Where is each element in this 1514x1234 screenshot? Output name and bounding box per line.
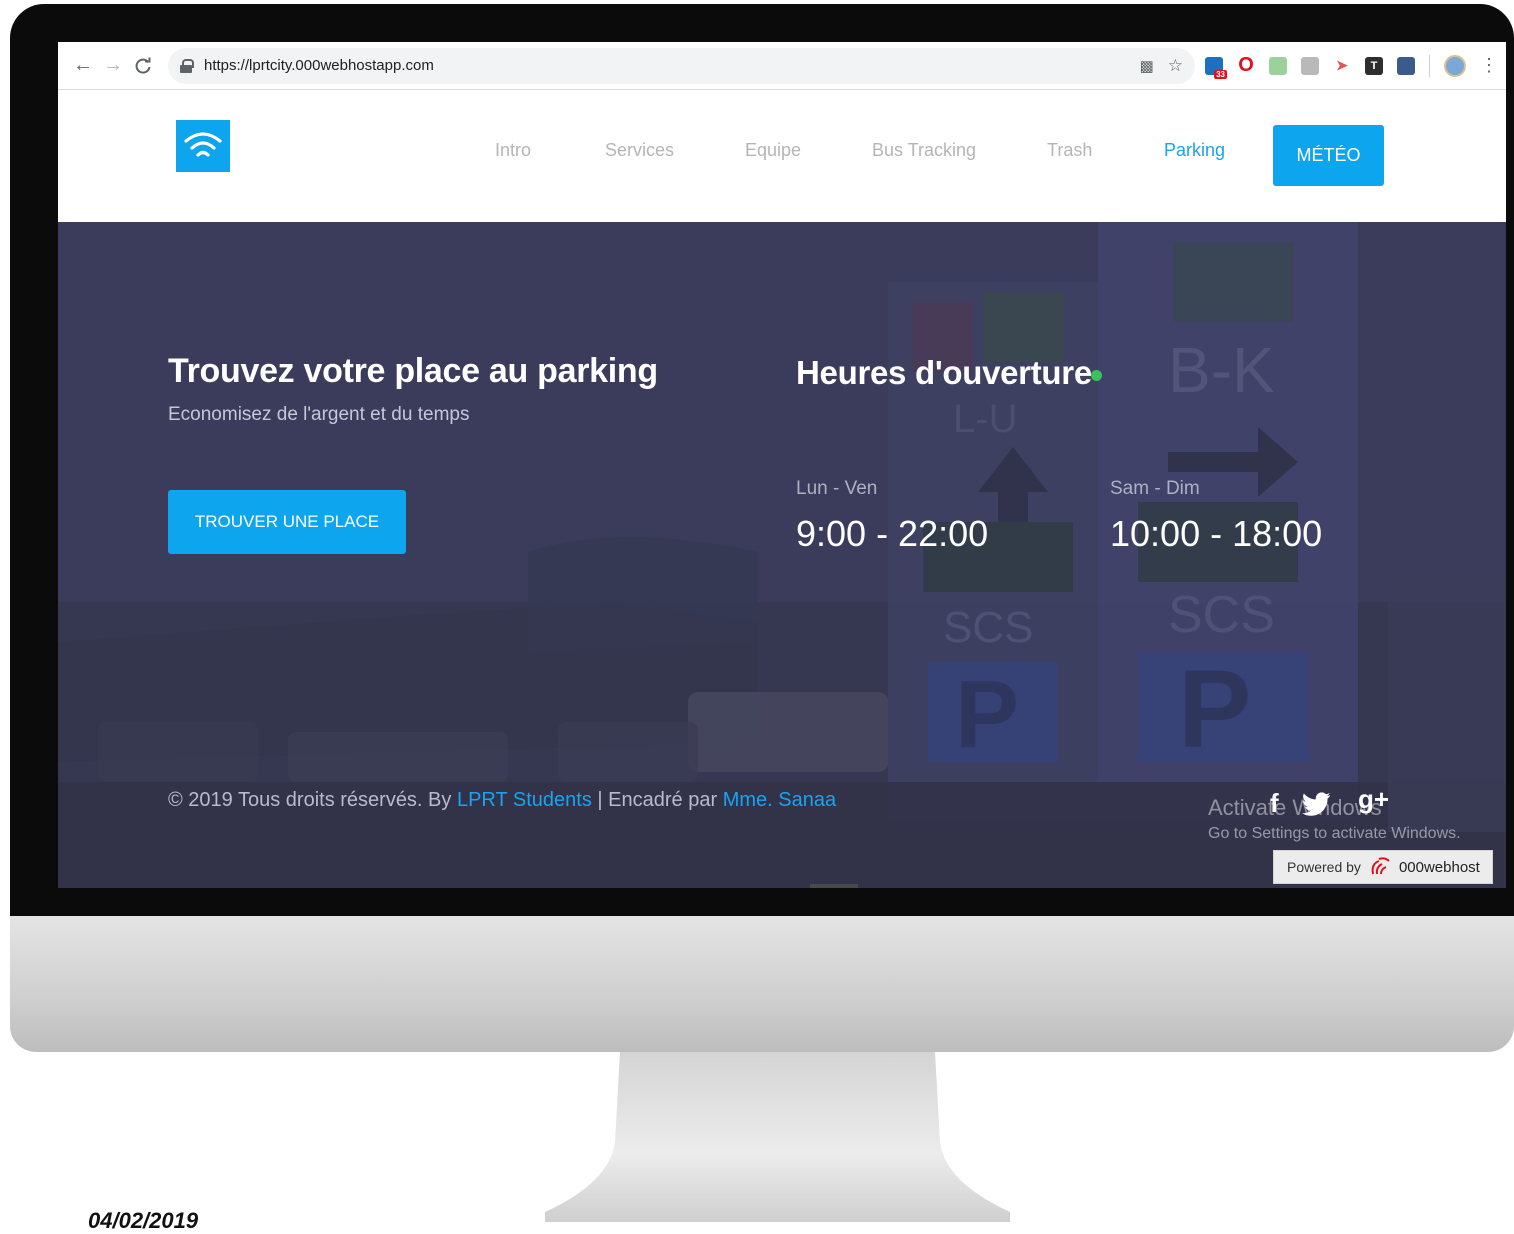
menu-item-parking[interactable]: Parking: [1164, 140, 1225, 161]
profile-avatar[interactable]: [1444, 54, 1466, 77]
supervisor-prefix: | Encadré par: [591, 789, 723, 811]
extension-calendar-icon[interactable]: 33: [1205, 56, 1227, 79]
footer-copyright: © 2019 Tous droits réservés. By LPRT Stu…: [168, 789, 836, 812]
copyright-text: © 2019 Tous droits réservés. By: [168, 789, 457, 811]
screen-notch: [810, 884, 858, 888]
svg-text:P: P: [955, 661, 1019, 768]
hero-title: Trouvez votre place au parking: [168, 352, 658, 390]
extension-gray-icon[interactable]: [1301, 56, 1319, 75]
date-stamp: 04/02/2019: [88, 1208, 199, 1233]
site-navbar: Intro Services Equipe Bus Tracking Trash…: [58, 90, 1506, 222]
screen: ← → https://lprtcity.000webhostapp.com ▩…: [58, 42, 1506, 888]
svg-text:B-K: B-K: [1168, 334, 1275, 406]
monitor-frame: ← → https://lprtcity.000webhostapp.com ▩…: [10, 4, 1514, 1222]
extension-icons: 33 O ➤ T ⋮: [1205, 54, 1498, 79]
powered-by-label: Powered by: [1287, 859, 1361, 875]
menu-item-bus-tracking[interactable]: Bus Tracking: [872, 140, 976, 161]
weekday-label: Lun - Ven: [796, 478, 878, 499]
author-link[interactable]: LPRT Students: [457, 789, 592, 811]
windows-settings-watermark: Go to Settings to activate Windows.: [1208, 825, 1461, 842]
menu-item-trash[interactable]: Trash: [1047, 140, 1092, 161]
reload-button[interactable]: [128, 51, 158, 81]
forward-button[interactable]: →: [98, 51, 128, 81]
extension-upload-icon[interactable]: [1397, 56, 1415, 75]
menu-kebab-icon[interactable]: ⋮: [1480, 55, 1498, 76]
weekend-label: Sam - Dim: [1110, 478, 1200, 499]
google-plus-icon[interactable]: g+: [1358, 784, 1389, 815]
weekend-hours: 10:00 - 18:00: [1110, 513, 1323, 554]
open-status-dot: [1091, 370, 1102, 381]
star-icon[interactable]: ☆: [1168, 56, 1183, 76]
extension-arrow-icon[interactable]: ➤: [1333, 57, 1351, 75]
extension-mail-icon[interactable]: [1269, 56, 1287, 75]
menu-item-services[interactable]: Services: [605, 140, 674, 161]
toolbar-separator: [1429, 54, 1430, 77]
hero-section: B-K L-U SCS SCS P P Trouvez votre place …: [58, 222, 1506, 888]
windows-activate-watermark: Activate Windows: [1208, 795, 1382, 820]
svg-text:P: P: [1178, 648, 1251, 771]
supervisor-link[interactable]: Mme. Sanaa: [723, 789, 836, 811]
hero-subtitle: Economisez de l'argent et du temps: [168, 404, 470, 425]
find-spot-button[interactable]: TROUVER UNE PLACE: [168, 490, 406, 554]
site-settings-icon[interactable]: ▩: [1140, 57, 1154, 75]
powered-by-badge[interactable]: Powered by 000webhost: [1273, 850, 1493, 884]
lock-icon: [180, 58, 194, 73]
site-logo[interactable]: [176, 120, 230, 172]
monitor-stand: [545, 1052, 1010, 1222]
browser-toolbar: ← → https://lprtcity.000webhostapp.com ▩…: [58, 42, 1506, 90]
back-button[interactable]: ←: [68, 51, 98, 81]
url-text: https://lprtcity.000webhostapp.com: [204, 57, 434, 74]
000webhost-logo-icon: [1371, 857, 1390, 875]
twitter-icon[interactable]: [1302, 792, 1331, 823]
svg-text:L-U: L-U: [953, 397, 1017, 441]
address-bar[interactable]: https://lprtcity.000webhostapp.com ▩ ☆: [168, 47, 1195, 84]
menu-item-intro[interactable]: Intro: [495, 140, 531, 161]
svg-text:SCS: SCS: [943, 603, 1033, 652]
svg-text:SCS: SCS: [1168, 586, 1275, 644]
powered-by-brand: 000webhost: [1398, 858, 1480, 876]
weekday-hours: 9:00 - 22:00: [796, 513, 989, 554]
arrow-left-icon: ←: [73, 54, 93, 76]
opera-icon[interactable]: O: [1237, 54, 1255, 76]
facebook-icon[interactable]: f: [1270, 788, 1279, 819]
menu-item-equipe[interactable]: Equipe: [745, 140, 801, 161]
extension-badge: 33: [1214, 69, 1227, 79]
monitor-chin: [10, 916, 1514, 1052]
meteo-button[interactable]: MÉTÉO: [1273, 125, 1384, 186]
arrow-right-icon: →: [103, 54, 123, 76]
twitter-bird-shape: [1302, 792, 1331, 816]
reload-icon: [135, 57, 151, 74]
extension-t-icon[interactable]: T: [1365, 56, 1383, 75]
opening-hours-title: Heures d'ouverture: [796, 354, 1092, 391]
wifi-icon: [184, 132, 222, 157]
